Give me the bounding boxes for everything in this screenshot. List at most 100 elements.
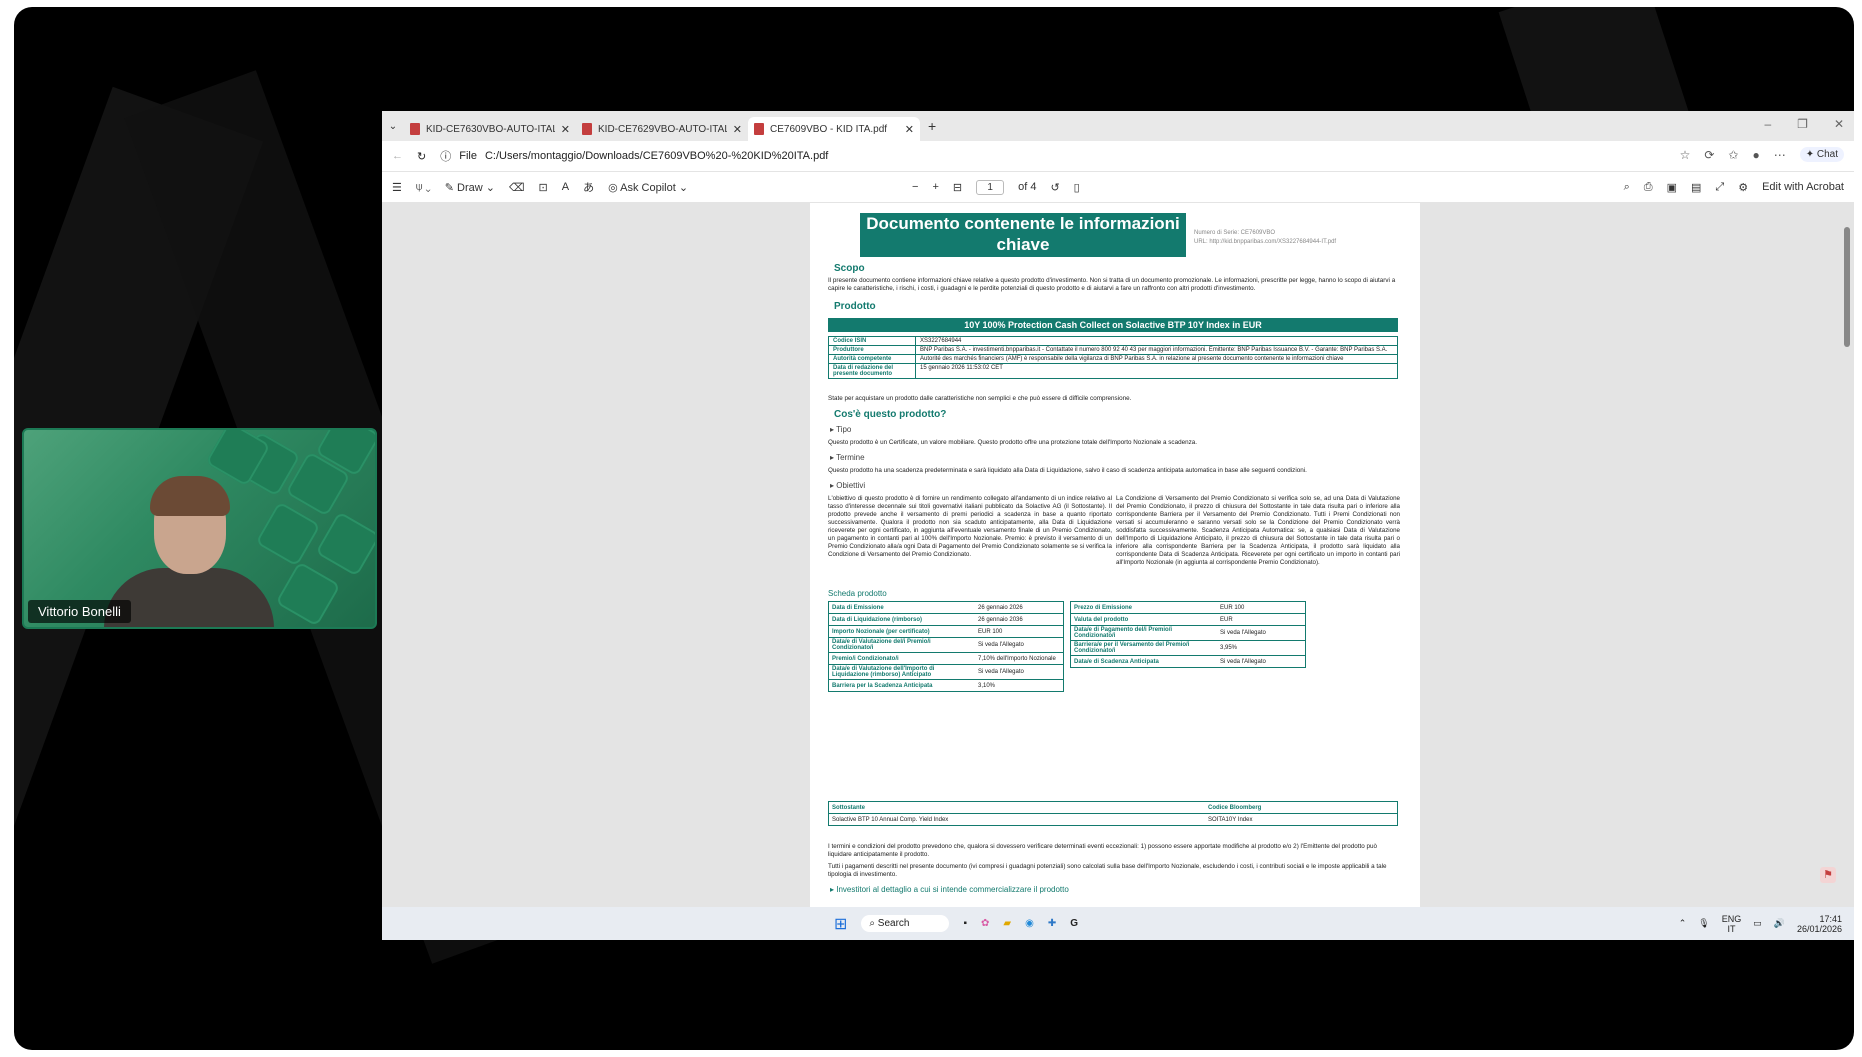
section-cose: Cos'è questo prodotto? [834,409,947,420]
ask-copilot-button[interactable]: ◎ Ask Copilot ⌄ [608,181,688,194]
row-key: Sottostante [828,801,1205,814]
pdf-page: Documento contenente le informazioni chi… [810,203,1420,907]
network-icon[interactable]: ▭ [1753,918,1762,929]
copilot-app-icon[interactable]: ✿ [981,918,989,929]
language-indicator[interactable]: ENG IT [1722,914,1742,934]
page-number-input[interactable]: 1 [976,179,1005,195]
app-icon[interactable]: ✚ [1048,918,1056,929]
close-window-icon[interactable]: ✕ [1834,117,1844,131]
edge-icon[interactable]: ◉ [1025,918,1034,929]
video-stage: Vittorio Bonelli ⌄ KID-CE7630VBO-AUTO-IT… [14,7,1854,1050]
underlying-table: Sottostante Codice Bloomberg Solactive BT… [828,801,1398,826]
more-icon[interactable]: ⋯ [1774,148,1786,162]
taskbar-search[interactable]: ⌕ Search [861,915,950,932]
complexity-warning: State per acquistare un prodotto dalle c… [828,395,1132,402]
product-name-band: 10Y 100% Protection Cash Collect on Sola… [828,318,1398,332]
url-field[interactable]: ⓘ File C:/Users/montaggio/Downloads/CE76… [440,148,828,164]
row-value: EUR 100 [1217,601,1306,614]
scopo-text: Il presente documento contiene informazi… [828,277,1396,292]
highlight-icon[interactable]: ⍦ ⌄ [416,181,431,194]
row-value: Autorité des marchés financiers (AMF) è … [915,354,1398,364]
draw-button[interactable]: ✎ Draw ⌄ [445,181,495,194]
tab-kid-7630[interactable]: KID-CE7630VBO-AUTO-ITALIAN.p ✕ [404,117,576,141]
refresh-icon[interactable]: ↻ [417,150,426,163]
row-key: Codice ISIN [828,336,916,346]
table-row: Barriera per la Scadenza Anticipata 3,10% [828,679,1064,692]
page-count: of 4 [1018,181,1037,193]
subsection-termine: ▸ Termine [830,453,865,462]
draw-label: Draw [457,181,483,194]
edit-with-acrobat-button[interactable]: Edit with Acrobat [1762,181,1844,193]
table-row: Sottostante Codice Bloomberg [828,801,1398,814]
tab-list-icon[interactable]: ⌄ [382,121,404,132]
fit-page-icon[interactable]: ⊟ [953,181,962,194]
text-box-icon[interactable]: ⊡ [539,181,548,194]
row-value: Solactive BTP 10 Annual Comp. Yield Inde… [828,813,1205,826]
favorites-icon[interactable]: ✩ [1728,148,1738,162]
zoom-out-icon[interactable]: − [912,181,918,193]
table-row: Solactive BTP 10 Annual Comp. Yield Inde… [828,813,1398,826]
read-aloud-icon[interactable]: A [562,181,569,193]
favorite-star-icon[interactable]: ☆ [1680,148,1691,162]
tab-label: KID-CE7630VBO-AUTO-ITALIAN.p [426,123,555,135]
copilot-chat-button[interactable]: ✦ Chat [1799,147,1844,162]
close-tab-icon[interactable]: ✕ [561,123,570,136]
doc-serial: Numero di Serie: CE7609VBO URL: http://ki… [1194,229,1336,247]
investitori-label: Investitori al dettaglio a cui si intend… [836,885,1069,894]
back-icon[interactable]: ← [392,150,403,162]
new-tab-icon[interactable]: + [928,118,936,134]
row-value: SOITA10Y Index [1204,813,1398,826]
google-icon[interactable]: G [1070,918,1078,929]
find-icon[interactable]: ⌕ [1624,181,1630,194]
table-row: Data/e di Scadenza Anticipata Si veda l'A… [1070,655,1306,668]
row-value: XS3227684944 [915,336,1398,346]
tab-kid-ita[interactable]: CE7609VBO - KID ITA.pdf ✕ [748,117,920,141]
tab-kid-7629[interactable]: KID-CE7629VBO-AUTO-ITALIAN.p ✕ [576,117,748,141]
minimize-icon[interactable]: – [1764,117,1771,131]
restore-icon[interactable]: ❐ [1797,117,1808,131]
microphone-icon[interactable]: 🎙 [1698,918,1709,929]
row-value: EUR 100 [975,625,1064,638]
tray-chevron-icon[interactable]: ⌃ [1679,918,1687,929]
zoom-in-icon[interactable]: + [932,181,938,193]
tab-label: KID-CE7629VBO-AUTO-ITALIAN.p [598,123,727,135]
profile-icon[interactable]: ● [1752,148,1759,162]
page-view-icon[interactable]: ▯ [1074,181,1080,194]
contents-icon[interactable]: ☰ [392,181,402,194]
acrobat-icon[interactable]: ⚑ [1820,867,1836,883]
print-icon[interactable]: ⎙ [1644,181,1653,194]
volume-icon[interactable]: 🔊 [1774,918,1785,929]
table-row: Data/e di Pagamento del/i Premio/i Condi… [1070,625,1306,641]
address-bar: ← ↻ ⓘ File C:/Users/montaggio/Downloads/… [382,141,1854,171]
row-key: Barriera per la Scadenza Anticipata [828,679,975,692]
close-tab-icon[interactable]: ✕ [733,123,742,136]
task-view-icon[interactable]: ▪ [963,918,967,929]
close-tab-icon[interactable]: ✕ [905,123,914,136]
pdf-viewer[interactable]: Documento contenente le informazioni chi… [382,203,1854,907]
section-scopo: Scopo [834,263,865,274]
scrollbar-thumb[interactable] [1844,227,1850,347]
rotate-icon[interactable]: ↺ [1050,181,1059,194]
eraser-icon[interactable]: ⌫ [509,181,525,194]
row-key: Data/e di Valutazione dell'Importo di Li… [828,664,975,680]
fullscreen-icon[interactable]: ⤢ [1715,181,1724,194]
scheda-left-table: Data di Emissione 26 gennaio 2026 Data di… [828,601,1064,692]
table-row: Produttore BNP Paribas S.A. - investiment… [828,345,1398,355]
translate-icon[interactable]: あ [583,179,594,195]
row-key: Data/e di Valutazione del/i Premio/i Con… [828,637,975,653]
chat-label: Chat [1816,149,1838,160]
reload-page-icon[interactable]: ⟳ [1704,148,1714,162]
file-explorer-icon[interactable]: ▰ [1003,918,1011,929]
settings-icon[interactable]: ⚙ [1738,181,1748,194]
doc-url: URL: http://kid.bnpparibas.com/XS3227684… [1194,239,1337,245]
row-key: Produttore [828,345,916,355]
windows-start-icon[interactable]: ⊞ [834,914,847,934]
save-as-icon[interactable]: ▤ [1691,181,1701,194]
save-icon[interactable]: ▣ [1667,181,1677,194]
scrollbar[interactable] [1843,207,1851,901]
pen-icon: ✎ [444,181,454,194]
scheda-right-table: Prezzo di Emissione EUR 100 Valuta del pr… [1070,601,1306,668]
subsection-obiettivi: ▸ Obiettivi [830,481,866,490]
clock[interactable]: 17:41 26/01/2026 [1797,914,1842,934]
row-value: EUR [1217,613,1306,626]
